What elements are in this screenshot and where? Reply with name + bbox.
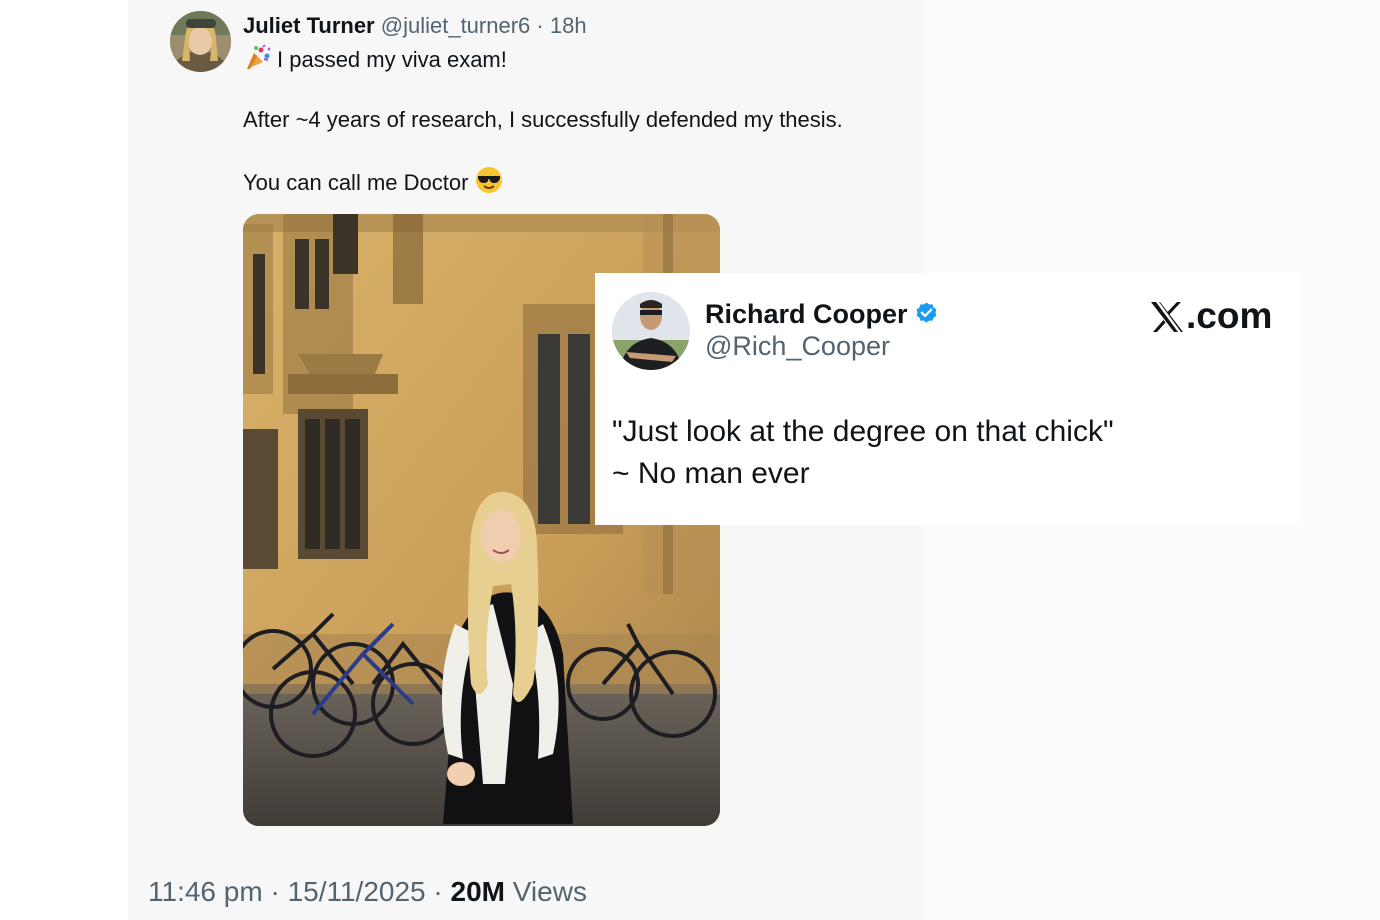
left-gutter bbox=[0, 0, 128, 920]
avatar-photo bbox=[170, 11, 231, 72]
tweet-date[interactable]: 15/11/2025 bbox=[288, 876, 426, 907]
author-handle[interactable]: @juliet_turner6 bbox=[381, 13, 531, 38]
verified-badge-icon bbox=[914, 300, 939, 334]
reply-avatar-photo bbox=[612, 292, 690, 370]
footer-separator-1: · bbox=[270, 876, 280, 907]
tweet-text-line-1-content: I passed my viva exam! bbox=[277, 47, 507, 72]
tweet-text-line-3: You can call me Doctor bbox=[243, 166, 509, 201]
author-display-name[interactable]: Juliet Turner bbox=[243, 13, 375, 38]
x-logo-icon bbox=[1150, 298, 1184, 344]
tweet-timestamp[interactable]: 11:46 pm bbox=[148, 876, 263, 907]
reply-text-line-2: ~ No man ever bbox=[612, 457, 810, 490]
tweet-text-line-1: I passed my viva exam! bbox=[243, 44, 507, 78]
tweet-footer: 11:46 pm · 15/11/2025 · 20M Views bbox=[148, 874, 587, 910]
tweet-time-ago[interactable]: 18h bbox=[550, 13, 587, 38]
reply-card: Richard Cooper @Rich_Cooper .com "Just l… bbox=[595, 273, 1300, 525]
brand-suffix: .com bbox=[1186, 295, 1273, 336]
reply-text-line-1: "Just look at the degree on that chick" bbox=[612, 415, 1114, 448]
header-separator: · bbox=[536, 13, 544, 38]
avatar[interactable] bbox=[170, 11, 231, 72]
tweet-text-line-3-content: You can call me Doctor bbox=[243, 170, 469, 195]
views-label: Views bbox=[512, 876, 587, 907]
x-com-brand: .com bbox=[1150, 293, 1272, 344]
views-count: 20M bbox=[450, 876, 505, 907]
reply-avatar[interactable] bbox=[612, 292, 690, 370]
reply-author-handle[interactable]: @Rich_Cooper bbox=[705, 329, 890, 363]
footer-separator-2: · bbox=[433, 876, 443, 907]
reply-author-name-text: Richard Cooper bbox=[705, 299, 908, 329]
tweet-header: Juliet Turner @juliet_turner6 · 18h bbox=[243, 12, 587, 40]
confetti-icon bbox=[243, 44, 271, 78]
sunglasses-face-icon bbox=[475, 166, 503, 201]
tweet-text-line-2: After ~4 years of research, I successful… bbox=[243, 107, 843, 132]
